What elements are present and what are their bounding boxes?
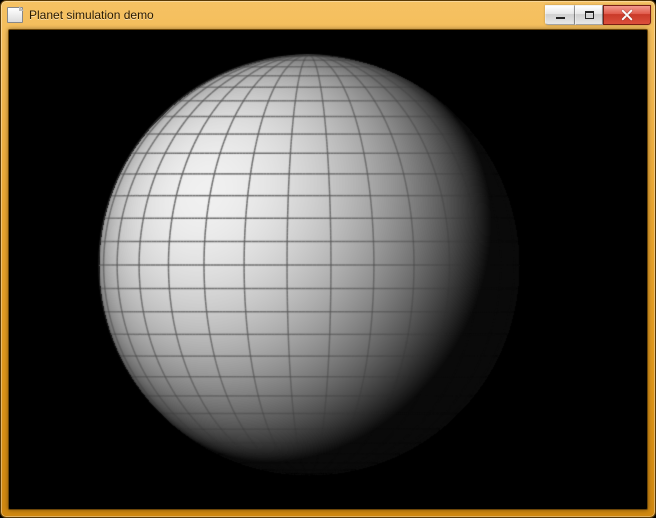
window-title: Planet simulation demo: [29, 8, 545, 22]
minimize-icon: [556, 17, 565, 19]
window-controls: [545, 5, 651, 25]
planet-canvas: [9, 30, 647, 509]
close-button[interactable]: [603, 5, 651, 25]
client-area: [8, 29, 648, 510]
document-icon: [7, 7, 23, 23]
maximize-button[interactable]: [575, 5, 603, 25]
close-icon: [621, 9, 633, 21]
maximize-icon: [585, 11, 594, 19]
titlebar[interactable]: Planet simulation demo: [1, 1, 655, 29]
simulation-viewport[interactable]: [9, 30, 647, 509]
app-window: Planet simulation demo: [0, 0, 656, 518]
minimize-button[interactable]: [545, 5, 575, 25]
